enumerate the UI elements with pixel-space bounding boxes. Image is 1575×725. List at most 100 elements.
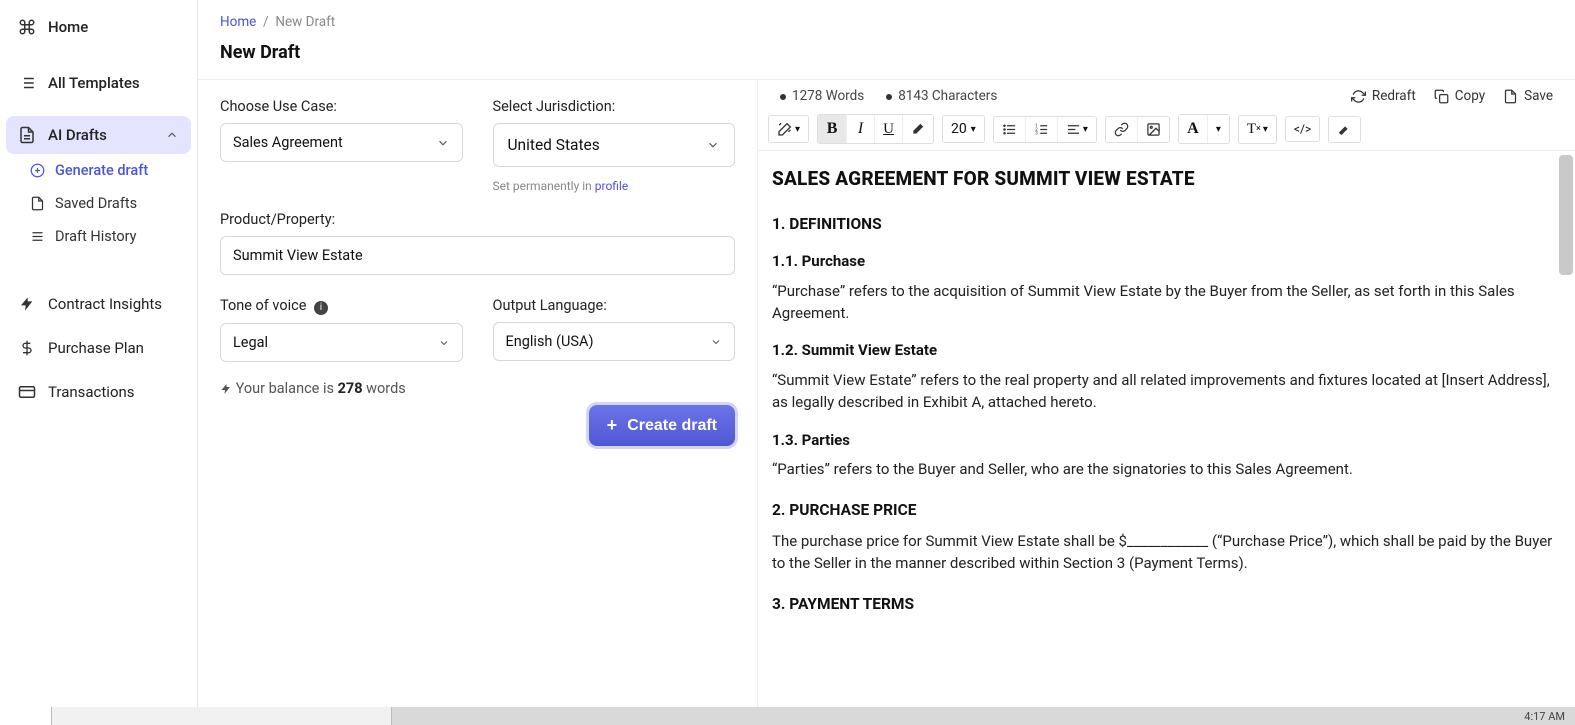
doc-paragraph: “Summit View Estate” refers to the real … (772, 370, 1553, 414)
profile-link[interactable]: profile (595, 179, 628, 193)
balance-value: 278 (338, 380, 363, 397)
highlight-button[interactable] (1329, 117, 1360, 142)
sidebar-item-purchase-plan[interactable]: Purchase Plan (6, 329, 191, 367)
doc-heading: 2. PURCHASE PRICE (772, 499, 1553, 521)
doc-paragraph: The purchase price for Summit View Estat… (772, 531, 1553, 575)
plus-circle-icon (30, 163, 45, 178)
sidebar-label: Purchase Plan (48, 339, 144, 357)
dot-icon (886, 94, 892, 100)
lang-label: Output Language: (493, 297, 736, 314)
dollar-icon (18, 340, 36, 356)
italic-button[interactable]: I (846, 115, 874, 143)
document-editor[interactable]: SALES AGREEMENT FOR SUMMIT VIEW ESTATE 1… (758, 151, 1575, 707)
doc-heading: 1. DEFINITIONS (772, 213, 1553, 235)
chevron-down-icon (438, 337, 450, 349)
sidebar-sub-draft-history[interactable]: Draft History (20, 222, 191, 251)
doc-subheading: 1.3. Parties (772, 430, 1553, 452)
svg-text:3: 3 (1035, 131, 1038, 136)
jurisdiction-select[interactable]: United States (493, 123, 736, 167)
taskbar-clock: 4:17 AM (1524, 710, 1575, 723)
breadcrumb: Home / New Draft (198, 0, 1575, 30)
sidebar-item-all-templates[interactable]: All Templates (6, 64, 191, 102)
doc-paragraph: “Purchase” refers to the acquisition of … (772, 281, 1553, 325)
eraser-button[interactable] (902, 115, 933, 143)
use-case-value: Sales Agreement (233, 134, 343, 151)
doc-subheading: 1.2. Summit View Estate (772, 340, 1553, 362)
sidebar-sub-ai-drafts: Generate draft Saved Drafts Draft Histor… (6, 156, 191, 251)
sidebar-item-contract-insights[interactable]: Contract Insights (6, 285, 191, 323)
sidebar-sub-generate-draft[interactable]: Generate draft (20, 156, 191, 185)
refresh-icon (1351, 89, 1366, 104)
sidebar-label: AI Drafts (48, 126, 107, 144)
redraft-button[interactable]: Redraft (1351, 88, 1416, 104)
bold-button[interactable]: B (818, 115, 846, 143)
dot-icon (780, 94, 786, 100)
chevron-down-icon (436, 136, 450, 150)
magic-button[interactable]: ▾ (769, 116, 808, 142)
file-icon (30, 196, 45, 211)
preview-stats: 1278 Words 8143 Characters (780, 88, 997, 104)
chevron-down-icon (706, 138, 720, 152)
tone-value: Legal (233, 334, 268, 351)
fontfamily-button[interactable]: A (1179, 115, 1207, 143)
copy-icon (1434, 89, 1449, 104)
save-button[interactable]: Save (1503, 88, 1553, 104)
sidebar-label: Contract Insights (48, 295, 162, 313)
ul-button[interactable] (994, 117, 1025, 142)
ol-button[interactable]: 123 (1025, 117, 1057, 142)
taskbar-tab[interactable] (52, 707, 392, 725)
chevron-up-icon (165, 128, 179, 142)
product-input[interactable]: Summit View Estate (220, 236, 735, 275)
copy-button[interactable]: Copy (1434, 88, 1485, 104)
use-case-select[interactable]: Sales Agreement (220, 123, 463, 162)
use-case-label: Choose Use Case: (220, 98, 463, 115)
lang-select[interactable]: English (USA) (493, 322, 736, 361)
word-count: 1278 Words (792, 88, 864, 104)
fontfamily-drop[interactable]: ▾ (1207, 115, 1229, 143)
sidebar: Home All Templates AI Drafts (0, 0, 198, 707)
lines-icon (30, 229, 45, 244)
sidebar-sub-label: Generate draft (55, 162, 148, 179)
chevron-down-icon (710, 336, 722, 348)
create-draft-button[interactable]: + Create draft (589, 405, 735, 446)
sidebar-label: Home (48, 18, 88, 36)
sidebar-sub-label: Saved Drafts (55, 195, 137, 212)
fontsize-select[interactable]: 20▾ (943, 116, 984, 142)
breadcrumb-home[interactable]: Home (220, 14, 256, 30)
taskbar-tab[interactable] (0, 707, 52, 725)
breadcrumb-current: New Draft (275, 14, 335, 30)
jurisdiction-label: Select Jurisdiction: (493, 98, 736, 115)
main: Home / New Draft New Draft Choose Use Ca… (198, 0, 1575, 707)
sidebar-label: Transactions (48, 383, 135, 401)
lang-value: English (USA) (506, 333, 594, 350)
balance-text: Your balance is 278 words (220, 380, 735, 397)
align-button[interactable]: ▾ (1057, 117, 1096, 142)
sidebar-item-home[interactable]: Home (6, 8, 191, 46)
create-draft-label: Create draft (627, 417, 717, 435)
underline-button[interactable]: U (874, 115, 902, 143)
save-icon (1503, 89, 1518, 104)
sidebar-label: All Templates (48, 74, 140, 92)
jurisdiction-value: United States (508, 136, 600, 154)
doc-heading: 3. PAYMENT TERMS (772, 593, 1553, 615)
command-icon (18, 18, 36, 36)
sidebar-sub-saved-drafts[interactable]: Saved Drafts (20, 189, 191, 218)
list-icon (18, 74, 36, 92)
image-button[interactable] (1137, 117, 1169, 142)
char-count: 8143 Characters (898, 88, 997, 104)
editor-toolbar: ▾ B I U 20▾ 123 ▾ (758, 112, 1575, 151)
sidebar-item-transactions[interactable]: Transactions (6, 373, 191, 411)
taskbar: 4:17 AM (0, 707, 1575, 725)
link-button[interactable] (1106, 117, 1137, 142)
product-value: Summit View Estate (233, 247, 363, 264)
doc-subheading: 1.1. Purchase (772, 251, 1553, 273)
info-icon[interactable]: i (314, 301, 328, 315)
tone-select[interactable]: Legal (220, 323, 463, 362)
codeview-button[interactable]: </> (1286, 117, 1319, 141)
form-column: Choose Use Case: Sales Agreement Select … (198, 80, 758, 707)
page-title: New Draft (198, 30, 1575, 80)
clearformat-button[interactable]: T×▾ (1239, 116, 1276, 143)
scrollbar[interactable] (1559, 155, 1573, 275)
sidebar-item-ai-drafts[interactable]: AI Drafts (6, 116, 191, 154)
doc-paragraph: “Parties” refers to the Buyer and Seller… (772, 459, 1553, 481)
